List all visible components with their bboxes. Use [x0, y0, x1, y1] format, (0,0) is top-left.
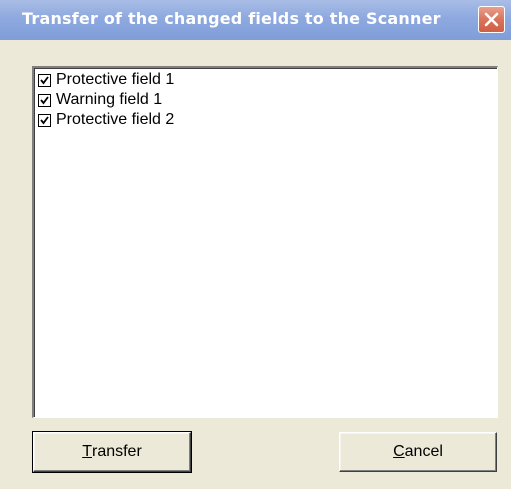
- transfer-button[interactable]: Transfer: [32, 431, 192, 473]
- list-item[interactable]: Protective field 2: [38, 110, 174, 130]
- list-item-label: Protective field 2: [56, 111, 175, 128]
- close-icon: [484, 12, 499, 27]
- list-item-label: Protective field 1: [56, 71, 175, 88]
- checkbox[interactable]: [38, 73, 51, 87]
- list-item[interactable]: Protective field 1: [38, 70, 174, 90]
- dialog-window: Transfer of the changed fields to the Sc…: [0, 0, 511, 489]
- title-bar: Transfer of the changed fields to the Sc…: [0, 0, 511, 40]
- transfer-accelerator: T: [82, 443, 92, 460]
- transfer-label: ransfer: [91, 443, 142, 460]
- checkbox[interactable]: [38, 113, 51, 127]
- checkmark-icon: [40, 75, 49, 84]
- window-title: Transfer of the changed fields to the Sc…: [22, 9, 441, 28]
- list-item-label: Warning field 1: [56, 91, 163, 108]
- cancel-button[interactable]: Cancel: [339, 432, 497, 472]
- checkmark-icon: [40, 95, 49, 104]
- field-list[interactable]: Protective field 1 Warning field 1 Prote…: [32, 66, 498, 418]
- checkmark-icon: [40, 115, 49, 124]
- cancel-label: ancel: [404, 443, 443, 460]
- close-button[interactable]: [478, 6, 505, 33]
- checkbox[interactable]: [38, 93, 51, 107]
- cancel-accelerator: C: [393, 443, 405, 460]
- list-item[interactable]: Warning field 1: [38, 90, 162, 110]
